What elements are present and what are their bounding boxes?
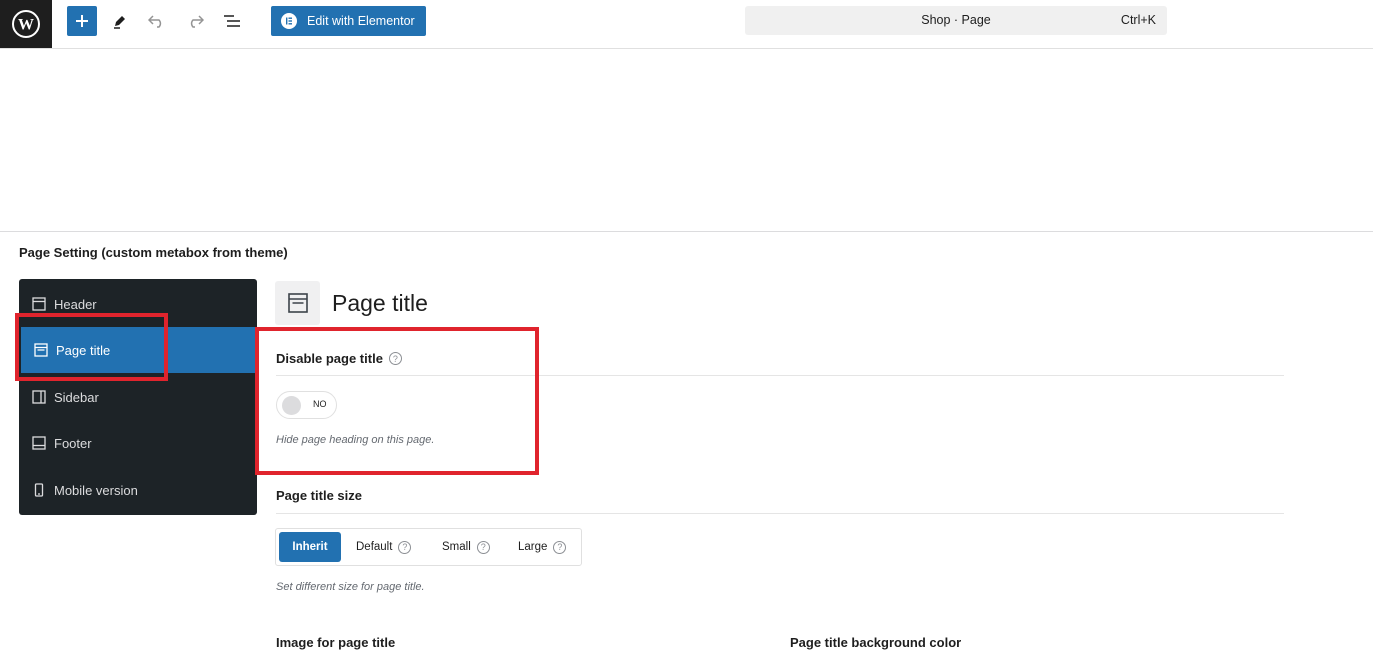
sidebar-icon <box>32 390 46 404</box>
pencil-icon <box>114 16 125 29</box>
command-shortcut: Ctrl+K <box>1120 13 1156 27</box>
edit-with-elementor-button[interactable]: Edit with Elementor <box>271 6 426 36</box>
page-title-background-color-label: Page title background color <box>790 635 962 650</box>
svg-text:W: W <box>18 17 34 34</box>
nav-item-mobile-version[interactable]: Mobile version <box>19 467 257 513</box>
disable-page-title-toggle[interactable]: NO <box>276 391 337 419</box>
size-option-small[interactable]: Small ? <box>442 532 490 562</box>
elementor-icon <box>281 13 297 29</box>
mobile-icon <box>34 483 44 497</box>
nav-item-label: Sidebar <box>54 389 99 405</box>
nav-item-label: Footer <box>54 435 92 451</box>
disable-page-title-label: Disable page title ? <box>276 351 402 366</box>
size-option-label: Small <box>442 541 471 553</box>
list-view-icon <box>224 15 240 27</box>
window-icon <box>287 293 308 313</box>
nav-item-page-title[interactable]: Page title <box>21 327 255 373</box>
help-icon[interactable]: ? <box>398 540 412 554</box>
nav-item-header[interactable]: Header <box>19 281 257 327</box>
page-title-size-label: Page title size <box>276 488 362 503</box>
document-title: Shop · Page <box>921 13 991 27</box>
size-option-large[interactable]: Large ? <box>518 532 567 562</box>
field-divider <box>276 375 1284 376</box>
redo-icon <box>190 15 204 28</box>
nav-item-footer[interactable]: Footer <box>19 420 257 466</box>
window-icon <box>34 343 48 357</box>
help-icon[interactable]: ? <box>388 352 402 365</box>
wordpress-logo-button[interactable]: W <box>0 0 52 48</box>
toggle-knob <box>282 396 301 415</box>
nav-item-sidebar[interactable]: Sidebar <box>19 374 257 420</box>
wordpress-icon: W <box>12 10 40 38</box>
redo-button[interactable] <box>180 6 210 36</box>
nav-item-label: Mobile version <box>54 482 138 498</box>
toggle-state-text: NO <box>313 399 327 409</box>
help-icon[interactable]: ? <box>553 540 567 554</box>
field-divider <box>276 513 1284 514</box>
disable-page-title-description: Hide page heading on this page. <box>276 434 435 446</box>
size-option-label: Default <box>356 541 393 553</box>
command-palette-bar[interactable]: Shop · Page Ctrl+K <box>745 6 1167 35</box>
add-block-button[interactable] <box>67 6 97 36</box>
image-for-page-title-label: Image for page title <box>276 635 396 650</box>
tools-button[interactable] <box>105 6 135 36</box>
layout-footer-icon <box>32 436 46 450</box>
metabox-title: Page Setting (custom metabox from theme) <box>19 245 288 260</box>
nav-item-label: Header <box>54 296 97 312</box>
size-option-label: Inherit <box>292 541 328 553</box>
size-option-inherit[interactable]: Inherit <box>279 532 341 562</box>
size-option-default[interactable]: Default ? <box>356 532 412 562</box>
page-title-section-icon <box>275 281 320 325</box>
settings-nav: Header Page title Sidebar Footer Mobile … <box>19 279 257 515</box>
nav-item-label: Page title <box>56 342 111 358</box>
page-title-size-selector: Inherit Default ? Small ? Large ? <box>275 528 582 566</box>
plus-icon <box>76 15 88 27</box>
undo-icon <box>148 15 162 28</box>
undo-button[interactable] <box>142 6 172 36</box>
field-label-text: Page title size <box>276 488 362 503</box>
document-overview-button[interactable] <box>217 6 247 36</box>
editor-metabox-divider <box>0 231 1373 232</box>
layout-header-icon <box>32 297 46 311</box>
elementor-button-label: Edit with Elementor <box>307 14 415 28</box>
help-icon[interactable]: ? <box>476 540 490 554</box>
editor-toolbar: W Edit with Elementor Shop · Page Ctrl+K <box>0 0 1373 49</box>
field-label-text: Disable page title <box>276 351 383 366</box>
page-title-size-description: Set different size for page title. <box>276 581 425 593</box>
size-option-label: Large <box>518 541 548 553</box>
panel-heading: Page title <box>332 290 428 316</box>
